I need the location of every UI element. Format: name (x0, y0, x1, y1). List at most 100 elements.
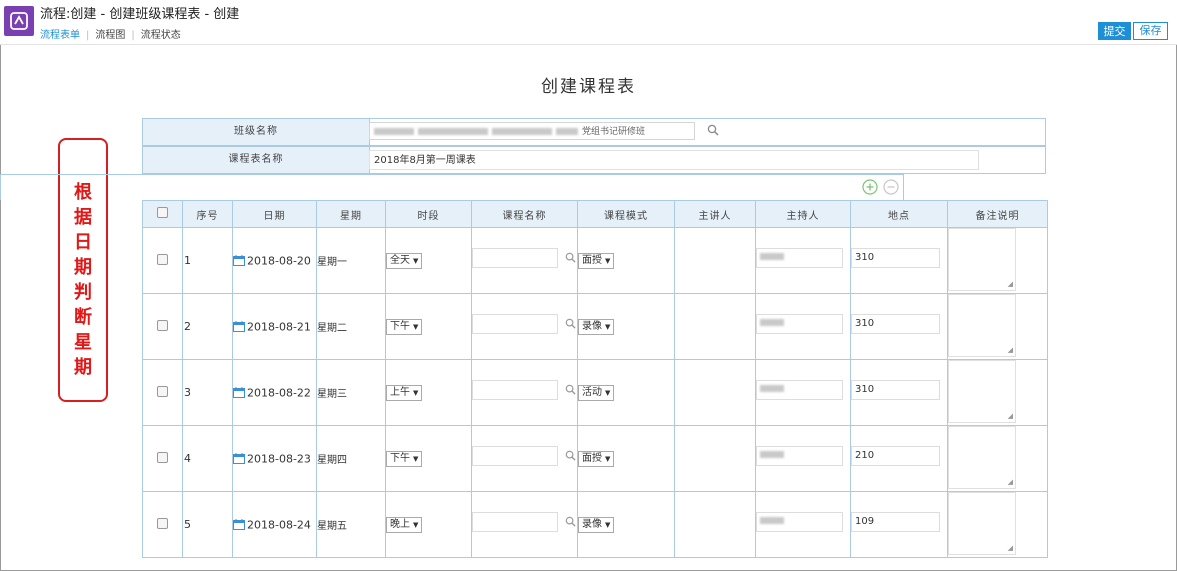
course-name-cell (471, 359, 578, 426)
weekday-cell: 星期四 (316, 425, 386, 492)
date-value[interactable]: 2018-08-23 (247, 452, 311, 465)
resize-handle-icon[interactable]: ◢ (1008, 412, 1013, 420)
tab-form[interactable]: 流程表单 (40, 26, 80, 41)
calendar-icon[interactable] (233, 519, 245, 531)
resize-handle-icon[interactable]: ◢ (1008, 346, 1013, 354)
date-cell: 2018-08-23 (232, 425, 317, 492)
search-icon[interactable] (565, 384, 576, 395)
select-all-header[interactable] (142, 200, 183, 228)
place-input[interactable]: 310 (851, 248, 940, 268)
period-select[interactable]: 晚上 ▼ (386, 516, 423, 533)
period-cell: 下午 ▼ (385, 293, 472, 360)
course-name-input[interactable] (472, 512, 558, 532)
course-name-input[interactable] (472, 314, 558, 334)
note-cell: ◢ (947, 227, 1048, 294)
weekday-cell: 星期二 (316, 293, 386, 360)
course-name-input[interactable] (472, 380, 558, 400)
host-input[interactable] (756, 512, 843, 532)
period-select[interactable]: 下午 ▼ (386, 318, 423, 335)
host-input[interactable] (756, 248, 843, 268)
search-icon[interactable] (565, 516, 576, 527)
mode-cell: 面授 ▼ (577, 227, 675, 294)
row-checkbox[interactable] (157, 451, 168, 463)
redacted-text (760, 384, 784, 392)
host-input[interactable] (756, 446, 843, 466)
resize-handle-icon[interactable]: ◢ (1008, 544, 1013, 552)
note-textarea[interactable]: ◢ (948, 228, 1016, 291)
tab-bar: 流程表单 | 流程图 | 流程状态 (40, 26, 181, 41)
search-icon[interactable] (565, 252, 576, 263)
calendar-icon[interactable] (233, 387, 245, 399)
host-input[interactable] (756, 380, 843, 400)
submit-button[interactable]: 提交 (1098, 22, 1131, 40)
mode-select[interactable]: 活动 ▼ (578, 384, 615, 401)
tab-flowchart[interactable]: 流程图 (95, 26, 125, 41)
row-checkbox[interactable] (157, 385, 168, 397)
save-button[interactable]: 保存 (1133, 22, 1168, 40)
mode-select[interactable]: 录像 ▼ (578, 318, 615, 335)
dropdown-arrow-icon: ▼ (605, 520, 611, 529)
period-value: 晚上 (390, 518, 410, 530)
class-name-field[interactable]: 党组书记研修班 (369, 122, 695, 140)
course-name-input[interactable] (472, 248, 558, 268)
mode-value: 活动 (582, 386, 602, 398)
course-name-input[interactable] (472, 446, 558, 466)
date-value[interactable]: 2018-08-21 (247, 320, 311, 333)
calendar-icon[interactable] (233, 321, 245, 333)
row-number: 1 (182, 227, 233, 294)
tab-status[interactable]: 流程状态 (141, 26, 181, 41)
period-value: 下午 (390, 452, 410, 464)
speaker-cell (674, 491, 756, 558)
weekday-value: 星期四 (317, 455, 347, 466)
period-select[interactable]: 下午 ▼ (386, 450, 423, 467)
date-value[interactable]: 2018-08-22 (247, 386, 311, 399)
row-checkbox[interactable] (157, 517, 168, 529)
period-select[interactable]: 全天 ▼ (386, 252, 423, 269)
date-cell: 2018-08-21 (232, 293, 317, 360)
resize-handle-icon[interactable]: ◢ (1008, 280, 1013, 288)
search-icon[interactable] (565, 450, 576, 461)
note-textarea[interactable]: ◢ (948, 492, 1016, 555)
note-textarea[interactable]: ◢ (948, 426, 1016, 489)
note-cell: ◢ (947, 293, 1048, 360)
row-checkbox[interactable] (157, 253, 168, 265)
remove-circle-icon[interactable] (883, 179, 899, 195)
tab-separator: | (131, 30, 135, 41)
course-table-name-label: 课程表名称 (143, 147, 370, 173)
course-table-name-field[interactable]: 2018年8月第一周课表 (369, 150, 979, 170)
note-textarea[interactable]: ◢ (948, 294, 1016, 357)
date-value[interactable]: 2018-08-20 (247, 254, 311, 267)
select-all-checkbox[interactable] (157, 207, 168, 218)
search-icon[interactable] (707, 124, 719, 136)
place-input[interactable]: 310 (851, 314, 940, 334)
weekday-cell: 星期三 (316, 359, 386, 426)
row-number: 5 (182, 491, 233, 558)
mode-cell: 活动 ▼ (577, 359, 675, 426)
mode-cell: 面授 ▼ (577, 425, 675, 492)
date-value[interactable]: 2018-08-24 (247, 518, 311, 531)
speaker-cell (674, 227, 756, 294)
place-input[interactable]: 310 (851, 380, 940, 400)
period-select[interactable]: 上午 ▼ (386, 384, 423, 401)
note-textarea[interactable]: ◢ (948, 360, 1016, 423)
mode-select[interactable]: 面授 ▼ (578, 252, 615, 269)
mode-select[interactable]: 录像 ▼ (578, 516, 615, 533)
calendar-icon[interactable] (233, 453, 245, 465)
course-name-cell (471, 425, 578, 492)
dropdown-arrow-icon: ▼ (605, 388, 611, 397)
mode-select[interactable]: 面授 ▼ (578, 450, 615, 467)
row-checkbox[interactable] (157, 319, 168, 331)
place-input[interactable]: 109 (851, 512, 940, 532)
period-cell: 全天 ▼ (385, 227, 472, 294)
calendar-icon[interactable] (233, 255, 245, 267)
resize-handle-icon[interactable]: ◢ (1008, 478, 1013, 486)
date-cell: 2018-08-22 (232, 359, 317, 426)
place-input[interactable]: 210 (851, 446, 940, 466)
course-name-cell (471, 227, 578, 294)
course-name-cell (471, 293, 578, 360)
search-icon[interactable] (565, 318, 576, 329)
row-number: 3 (182, 359, 233, 426)
add-circle-icon[interactable] (862, 179, 878, 195)
host-input[interactable] (756, 314, 843, 334)
period-cell: 下午 ▼ (385, 425, 472, 492)
